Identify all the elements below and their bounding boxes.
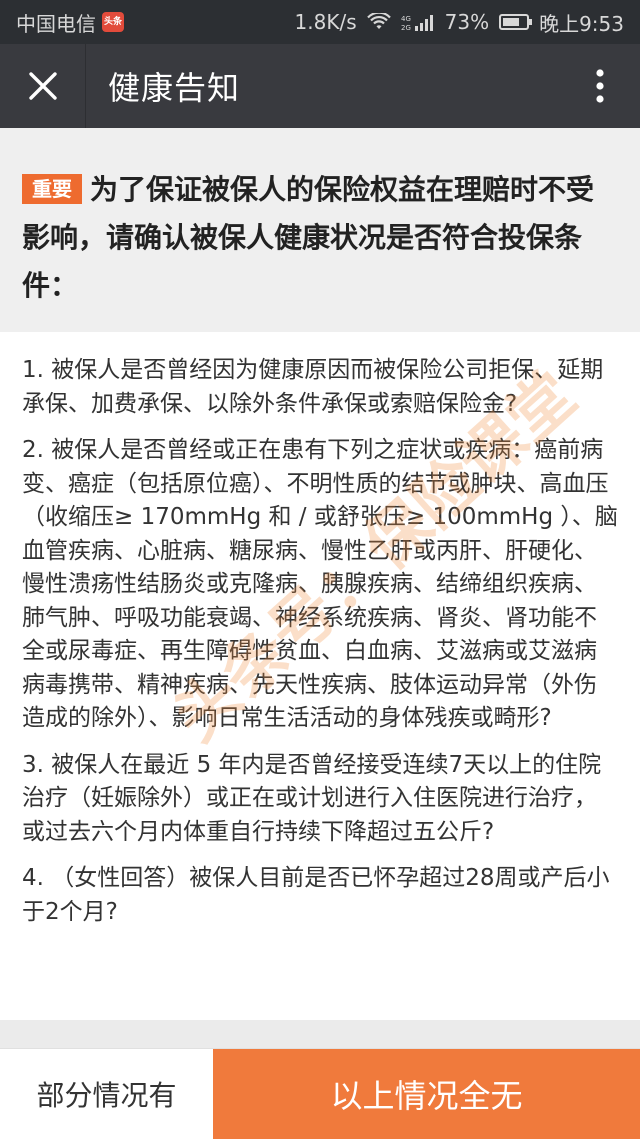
- svg-text:2G: 2G: [401, 24, 411, 31]
- page-title: 健康告知: [108, 69, 241, 107]
- question-item-4: 4. （女性回答）被保人目前是否已怀孕超过28周或产后小于2个月?: [22, 865, 610, 925]
- signal-icon: 4G 2G: [401, 13, 435, 31]
- more-vertical-icon: [596, 69, 604, 103]
- wifi-icon: [366, 13, 391, 31]
- close-icon: [28, 72, 57, 100]
- no-conditions-button[interactable]: 以上情况全无: [213, 1049, 640, 1139]
- toutiao-app-icon: 头条: [102, 12, 124, 32]
- more-options-button[interactable]: [560, 44, 640, 128]
- clock: 晚上9:53: [539, 11, 624, 36]
- notice-section: 重要 为了保证被保人的保险权益在理赔时不受影响，请确认被保人健康状况是否符合投保条…: [0, 128, 640, 332]
- net-speed: 1.8K/s: [294, 10, 357, 34]
- question-item-1: 1. 被保人是否曾经因为健康原因而被保险公司拒保、延期承保、加费承保、以除外条件…: [22, 357, 604, 417]
- status-right: 1.8K/s 4G 2G 73% 晚上9:53: [295, 8, 624, 37]
- close-button[interactable]: [0, 44, 86, 128]
- carrier-name: 中国电信: [16, 11, 96, 36]
- question-list: 1. 被保人是否曾经因为健康原因而被保险公司拒保、延期承保、加费承保、以除外条件…: [0, 332, 640, 1020]
- svg-text:4G: 4G: [401, 15, 411, 23]
- question-item-2: 2. 被保人是否曾经或正在患有下列之症状或疾病：癌前病变、癌症（包括原位癌）、不…: [22, 437, 618, 731]
- battery-icon: [499, 14, 533, 30]
- battery-percent: 73%: [444, 10, 490, 34]
- title-bar: 健康告知: [0, 44, 640, 128]
- question-item-3: 3. 被保人在最近 5 年内是否曾经接受连续7天以上的住院治疗（妊娠除外）或正在…: [22, 751, 602, 845]
- partial-conditions-button[interactable]: 部分情况有: [0, 1049, 213, 1139]
- notice-text: 为了保证被保人的保险权益在理赔时不受影响，请确认被保人健康状况是否符合投保条件：: [22, 173, 595, 302]
- status-left: 中国电信 头条: [16, 8, 124, 37]
- important-badge: 重要: [22, 174, 82, 204]
- footer-actions: 部分情况有 以上情况全无: [0, 1048, 640, 1139]
- status-bar: 中国电信 头条 1.8K/s 4G 2G 73% 晚上9:53: [0, 0, 640, 44]
- notice-text-block: 重要 为了保证被保人的保险权益在理赔时不受影响，请确认被保人健康状况是否符合投保条…: [22, 166, 614, 310]
